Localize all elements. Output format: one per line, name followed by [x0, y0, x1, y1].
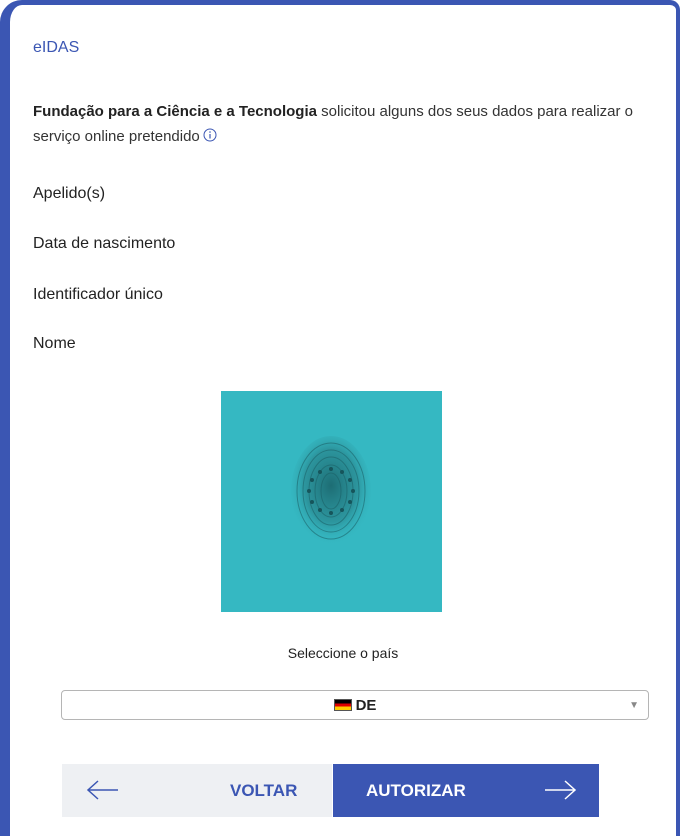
consent-intro: Fundação para a Ciência e a Tecnologia s…	[33, 99, 663, 150]
back-button-label: VOLTAR	[230, 781, 298, 800]
attribute-birth-date: Data de nascimento	[33, 235, 176, 252]
eidas-consent-panel: eIDAS Fundação para a Ciência e a Tecnol…	[0, 0, 680, 836]
arrow-left-icon	[86, 775, 120, 812]
requesting-organization: Fundação para a Ciência e a Tecnologia	[33, 103, 317, 120]
authorize-button-label: AUTORIZAR	[366, 781, 466, 800]
country-selected-value: DE	[62, 697, 648, 714]
authorize-button[interactable]: AUTORIZAR	[333, 764, 599, 817]
arrow-right-icon	[543, 775, 577, 812]
eidas-fingerprint-image	[221, 391, 442, 612]
info-icon[interactable]	[203, 125, 217, 150]
chevron-down-icon[interactable]: ▼	[629, 700, 639, 711]
attribute-name: Nome	[33, 335, 76, 352]
country-select[interactable]: DE ▼	[61, 690, 649, 720]
back-button[interactable]: VOLTAR	[62, 764, 332, 817]
germany-flag-icon	[333, 699, 352, 711]
attribute-unique-identifier: Identificador único	[33, 286, 163, 303]
attribute-surname: Apelido(s)	[33, 185, 106, 202]
page-title: eIDAS	[33, 39, 80, 56]
country-code: DE	[355, 697, 377, 714]
country-select-label: Seleccione o país	[287, 645, 399, 661]
